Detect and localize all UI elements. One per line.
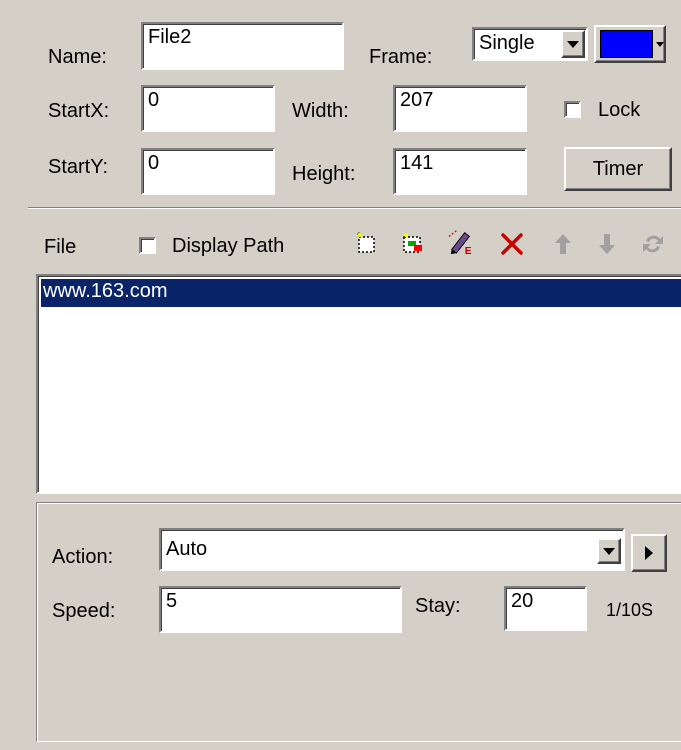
frame-color-picker[interactable] <box>594 25 666 63</box>
stay-label: Stay: <box>415 595 461 617</box>
file-item-label: www.163.com <box>43 280 168 302</box>
chevron-down-icon <box>567 40 579 48</box>
action-dropdown-button[interactable] <box>597 538 621 564</box>
speed-label: Speed: <box>52 600 116 622</box>
starty-input[interactable]: 0 <box>141 148 275 195</box>
svg-text:E: E <box>465 246 472 255</box>
startx-label: StartX: <box>48 100 110 122</box>
new-file-icon[interactable] <box>354 231 380 257</box>
move-up-icon[interactable] <box>550 231 576 257</box>
display-path-checkbox[interactable] <box>139 237 156 254</box>
move-down-icon[interactable] <box>594 231 620 257</box>
add-file-icon[interactable] <box>400 231 426 257</box>
action-select-value: Auto <box>166 538 208 560</box>
lock-checkbox[interactable] <box>564 101 581 118</box>
timer-button-label: Timer <box>592 157 644 180</box>
file-list[interactable]: www.163.com <box>36 274 681 494</box>
play-button[interactable] <box>631 534 667 572</box>
file-label: File <box>44 236 77 258</box>
play-icon <box>645 546 653 560</box>
list-item[interactable]: www.163.com <box>41 279 681 307</box>
starty-label: StartY: <box>48 156 109 178</box>
stay-input[interactable]: 20 <box>504 586 587 631</box>
action-select[interactable]: Auto <box>159 528 625 571</box>
height-input[interactable]: 141 <box>393 148 527 195</box>
chevron-down-icon <box>656 41 664 47</box>
section-divider-highlight <box>28 208 681 209</box>
refresh-icon[interactable] <box>640 231 666 257</box>
name-input[interactable]: File2 <box>141 22 344 70</box>
startx-input[interactable]: 0 <box>141 85 275 132</box>
frame-label: Frame: <box>369 46 433 68</box>
color-swatch <box>600 30 653 58</box>
speed-input[interactable]: 5 <box>159 586 402 633</box>
timer-button[interactable]: Timer <box>564 147 672 191</box>
delete-icon[interactable] <box>499 231 525 257</box>
frame-dropdown-button[interactable] <box>561 30 585 58</box>
chevron-down-icon <box>603 547 615 555</box>
display-path-label: Display Path <box>172 235 285 257</box>
width-label: Width: <box>292 100 349 122</box>
edit-icon[interactable]: E <box>448 229 474 255</box>
lock-label: Lock <box>598 99 641 121</box>
width-input[interactable]: 207 <box>393 85 527 132</box>
height-label: Height: <box>292 163 356 185</box>
action-label: Action: <box>52 546 114 568</box>
frame-select[interactable]: Single <box>472 27 588 61</box>
name-label: Name: <box>48 46 107 68</box>
stay-unit-label: 1/10S <box>606 600 654 620</box>
frame-select-value: Single <box>479 32 535 54</box>
